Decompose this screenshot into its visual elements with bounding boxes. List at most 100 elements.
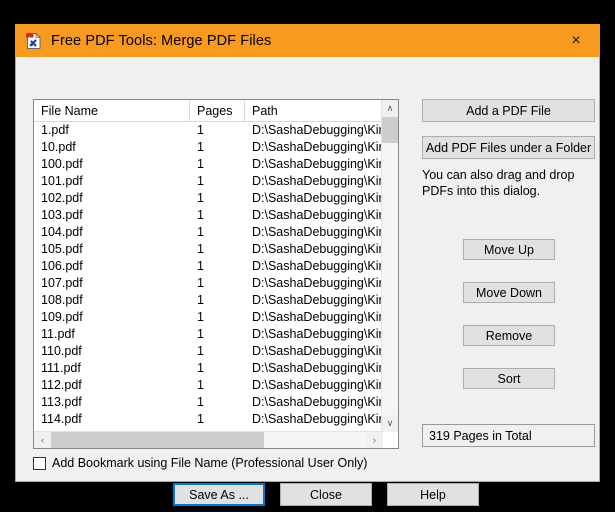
add-pdf-files-under-folder-button[interactable]: Add PDF Files under a Folder xyxy=(422,136,595,159)
vertical-scrollbar-track[interactable] xyxy=(382,117,398,415)
table-row[interactable]: 108.pdf 1 D:\SashaDebugging\KiraS xyxy=(34,292,398,309)
cell-file-name: 112.pdf xyxy=(41,378,82,392)
table-row[interactable]: 114.pdf 1 D:\SashaDebugging\KiraS xyxy=(34,411,398,428)
table-row[interactable]: 104.pdf 1 D:\SashaDebugging\KiraS xyxy=(34,224,398,241)
cell-pages: 1 xyxy=(197,378,204,392)
table-row[interactable]: 103.pdf 1 D:\SashaDebugging\KiraS xyxy=(34,207,398,224)
cell-path: D:\SashaDebugging\KiraS xyxy=(252,344,395,358)
scroll-up-icon[interactable]: ∧ xyxy=(382,100,398,117)
add-pdf-file-button[interactable]: Add a PDF File xyxy=(422,99,595,122)
cell-pages: 1 xyxy=(197,123,204,137)
cell-file-name: 109.pdf xyxy=(41,310,83,324)
cell-file-name: 10.pdf xyxy=(41,140,76,154)
cell-path: D:\SashaDebugging\KiraS xyxy=(252,412,395,426)
remove-button[interactable]: Remove xyxy=(463,325,555,346)
window-title: Free PDF Tools: Merge PDF Files xyxy=(51,33,272,49)
table-row[interactable]: 111.pdf 1 D:\SashaDebugging\KiraS xyxy=(34,360,398,377)
cell-path: D:\SashaDebugging\KiraS xyxy=(252,361,395,375)
table-row[interactable]: 10.pdf 1 D:\SashaDebugging\KiraS xyxy=(34,139,398,156)
table-row[interactable]: 109.pdf 1 D:\SashaDebugging\KiraS xyxy=(34,309,398,326)
cell-path: D:\SashaDebugging\KiraS xyxy=(252,242,395,256)
cell-file-name: 108.pdf xyxy=(41,293,83,307)
cell-path: D:\SashaDebugging\KiraS xyxy=(252,378,395,392)
add-bookmark-checkbox[interactable] xyxy=(33,456,46,470)
cell-pages: 1 xyxy=(197,140,204,154)
cell-pages: 1 xyxy=(197,344,204,358)
horizontal-scrollbar[interactable]: ‹ › xyxy=(34,431,383,448)
title-bar: Free PDF Tools: Merge PDF Files × xyxy=(16,25,599,57)
pdf-tools-icon xyxy=(25,32,43,50)
cell-pages: 1 xyxy=(197,225,204,239)
table-row[interactable]: 112.pdf 1 D:\SashaDebugging\KiraS xyxy=(34,377,398,394)
vertical-scrollbar-thumb[interactable] xyxy=(382,117,398,143)
column-header-file-name[interactable]: File Name xyxy=(34,100,190,121)
move-down-button[interactable]: Move Down xyxy=(463,282,555,303)
cell-file-name: 107.pdf xyxy=(41,276,83,290)
help-button[interactable]: Help xyxy=(387,483,479,506)
close-dialog-button[interactable]: Close xyxy=(280,483,372,506)
cell-file-name: 102.pdf xyxy=(41,191,83,205)
scroll-right-icon[interactable]: › xyxy=(366,432,383,448)
sort-button[interactable]: Sort xyxy=(463,368,555,389)
file-list-header: File Name Pages Path xyxy=(34,100,398,122)
drag-drop-hint-text: You can also drag and drop PDFs into thi… xyxy=(422,168,575,198)
table-row[interactable]: 106.pdf 1 D:\SashaDebugging\KiraS xyxy=(34,258,398,275)
table-row[interactable]: 11.pdf 1 D:\SashaDebugging\KiraS xyxy=(34,326,398,343)
table-row[interactable]: 107.pdf 1 D:\SashaDebugging\KiraS xyxy=(34,275,398,292)
cell-file-name: 104.pdf xyxy=(41,225,83,239)
move-up-button[interactable]: Move Up xyxy=(463,239,555,260)
table-row[interactable]: 1.pdf 1 D:\SashaDebugging\KiraS xyxy=(34,122,398,139)
cell-file-name: 100.pdf xyxy=(41,157,83,171)
cell-pages: 1 xyxy=(197,208,204,222)
cell-pages: 1 xyxy=(197,174,204,188)
cell-path: D:\SashaDebugging\KiraS xyxy=(252,208,395,222)
column-header-path[interactable]: Path xyxy=(245,100,383,121)
cell-file-name: 101.pdf xyxy=(41,174,83,188)
cell-pages: 1 xyxy=(197,157,204,171)
cell-path: D:\SashaDebugging\KiraS xyxy=(252,191,395,205)
cell-pages: 1 xyxy=(197,191,204,205)
table-row[interactable]: 110.pdf 1 D:\SashaDebugging\KiraS xyxy=(34,343,398,360)
close-icon: × xyxy=(571,32,581,49)
cell-pages: 1 xyxy=(197,361,204,375)
cell-file-name: 106.pdf xyxy=(41,259,83,273)
cell-pages: 1 xyxy=(197,293,204,307)
vertical-scrollbar[interactable]: ∧ ∨ xyxy=(381,100,398,432)
table-row[interactable]: 105.pdf 1 D:\SashaDebugging\KiraS xyxy=(34,241,398,258)
scroll-down-icon[interactable]: ∨ xyxy=(382,415,398,432)
cell-pages: 1 xyxy=(197,242,204,256)
cell-path: D:\SashaDebugging\KiraS xyxy=(252,327,395,341)
total-pages-field: 319 Pages in Total xyxy=(422,424,595,447)
cell-path: D:\SashaDebugging\KiraS xyxy=(252,310,395,324)
horizontal-scrollbar-thumb[interactable] xyxy=(51,432,264,448)
cell-file-name: 113.pdf xyxy=(41,395,82,409)
cell-file-name: 111.pdf xyxy=(41,361,81,375)
close-button[interactable]: × xyxy=(553,25,599,57)
save-as-button[interactable]: Save As ... xyxy=(173,483,265,506)
cell-pages: 1 xyxy=(197,412,204,426)
cell-pages: 1 xyxy=(197,276,204,290)
cell-pages: 1 xyxy=(197,310,204,324)
column-header-pages[interactable]: Pages xyxy=(190,100,245,121)
cell-path: D:\SashaDebugging\KiraS xyxy=(252,276,395,290)
file-list-panel[interactable]: File Name Pages Path 1.pdf 1 D:\SashaDebug… xyxy=(33,99,399,449)
file-list-rows: 1.pdf 1 D:\SashaDebugging\KiraS 10.pdf 1 D:\S… xyxy=(34,122,398,432)
cell-file-name: 11.pdf xyxy=(41,327,75,341)
cell-file-name: 1.pdf xyxy=(41,123,69,137)
table-row[interactable]: 102.pdf 1 D:\SashaDebugging\KiraS xyxy=(34,190,398,207)
cell-path: D:\SashaDebugging\KiraS xyxy=(252,395,395,409)
scroll-left-icon[interactable]: ‹ xyxy=(34,432,51,448)
table-row[interactable]: 113.pdf 1 D:\SashaDebugging\KiraS xyxy=(34,394,398,411)
horizontal-scrollbar-track[interactable] xyxy=(51,432,366,448)
table-row[interactable]: 101.pdf 1 D:\SashaDebugging\KiraS xyxy=(34,173,398,190)
add-bookmark-checkbox-row[interactable]: Add Bookmark using File Name (Profession… xyxy=(33,456,367,470)
cell-path: D:\SashaDebugging\KiraS xyxy=(252,225,395,239)
cell-path: D:\SashaDebugging\KiraS xyxy=(252,174,395,188)
total-pages-value: 319 Pages in Total xyxy=(429,428,532,443)
cell-file-name: 105.pdf xyxy=(41,242,83,256)
table-row[interactable]: 100.pdf 1 D:\SashaDebugging\KiraS xyxy=(34,156,398,173)
cell-path: D:\SashaDebugging\KiraS xyxy=(252,123,395,137)
cell-file-name: 114.pdf xyxy=(41,412,82,426)
cell-pages: 1 xyxy=(197,395,204,409)
cell-path: D:\SashaDebugging\KiraS xyxy=(252,259,395,273)
